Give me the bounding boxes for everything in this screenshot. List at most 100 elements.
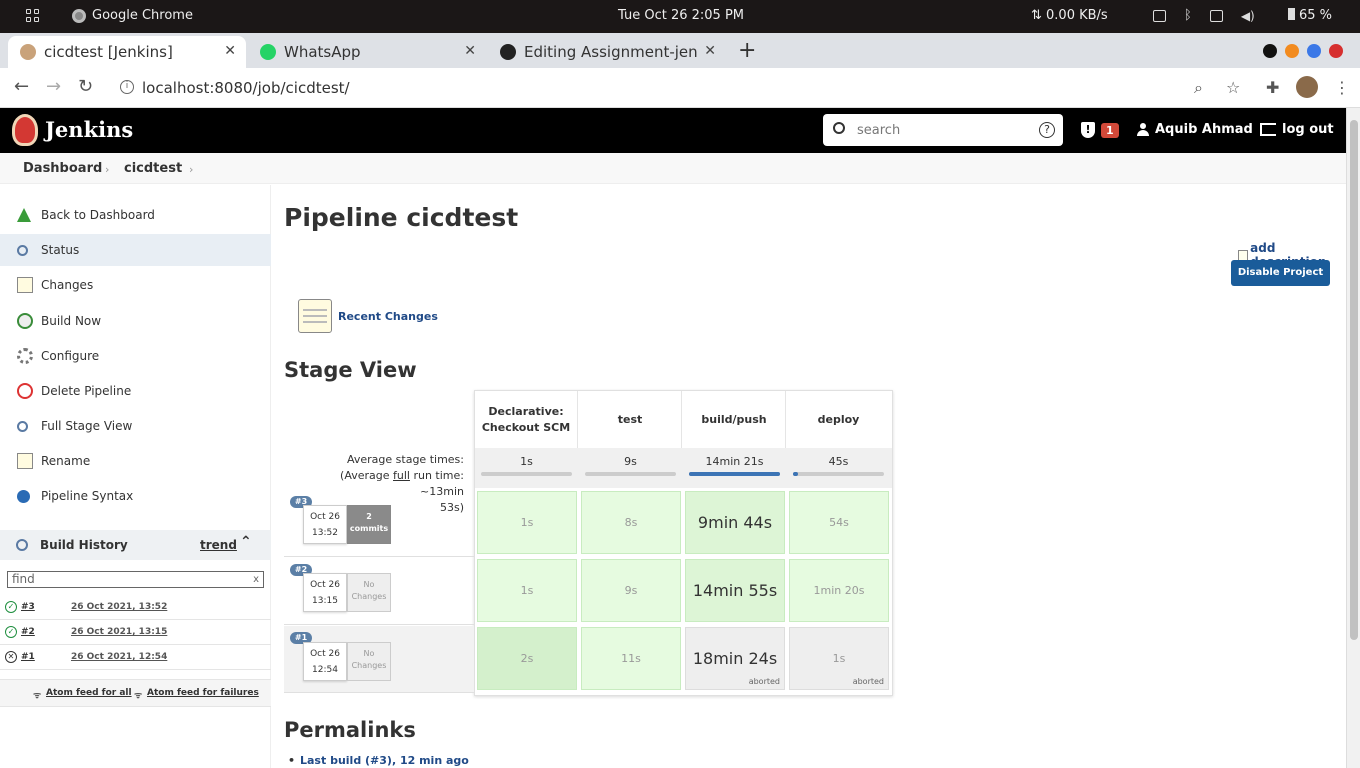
logout-link[interactable]: log out [1260, 122, 1334, 137]
find-clear-icon[interactable]: x [253, 572, 259, 587]
back-arrow-icon[interactable]: ← [14, 76, 29, 97]
build-row[interactable]: ✓ #3 26 Oct 2021, 13:52 [0, 595, 271, 620]
average-bar-fill [793, 472, 798, 476]
find-input[interactable]: find x [7, 571, 264, 588]
stage-cell[interactable]: 2s [477, 627, 577, 690]
disable-project-button[interactable]: Disable Project [1231, 260, 1330, 286]
search-input[interactable]: search [823, 114, 1063, 146]
battery-status[interactable]: 65 % [1288, 8, 1332, 23]
sidebar-item-delete-pipeline[interactable]: Delete Pipeline [0, 375, 271, 407]
app-grid-icon[interactable] [26, 9, 40, 23]
clock[interactable]: Tue Oct 26 2:05 PM [618, 8, 744, 23]
permalink-last-build[interactable]: Last build (#3), 12 min ago [288, 754, 469, 767]
run-changes-box[interactable]: No Changes [347, 642, 391, 681]
extension-orange-icon[interactable] [1285, 44, 1299, 58]
breadcrumb-separator[interactable]: › [189, 163, 193, 176]
breadcrumb-cicdtest[interactable]: cicdtest [124, 161, 182, 176]
stage-cell[interactable]: 54s [789, 491, 889, 554]
sidebar-item-configure[interactable]: Configure [0, 340, 271, 372]
stage-cell[interactable]: 1s [477, 491, 577, 554]
security-alert[interactable]: ! 1 [1081, 122, 1119, 138]
stage-cell[interactable]: 1s [477, 559, 577, 622]
battery-icon [1288, 8, 1295, 20]
build-number-link[interactable]: #1 [21, 652, 35, 662]
collapse-icon[interactable]: ⌃ [240, 534, 252, 550]
close-icon[interactable]: ✕ [704, 43, 716, 59]
close-icon[interactable]: ✕ [224, 43, 236, 59]
forward-arrow-icon[interactable]: → [46, 76, 61, 97]
stage-cell[interactable]: 11s [581, 627, 681, 690]
bluetooth-icon[interactable]: ᛒ [1184, 8, 1192, 23]
jenkins-favicon [20, 44, 36, 60]
stage-cell[interactable]: 1s aborted [789, 627, 889, 690]
full-run-link[interactable]: full [393, 469, 410, 482]
jenkins-logo-icon[interactable] [12, 114, 38, 146]
build-row[interactable]: ✓ #2 26 Oct 2021, 13:15 [0, 620, 271, 645]
run-changes-box[interactable]: No Changes [347, 573, 391, 612]
new-tab-button[interactable]: + [738, 38, 756, 63]
sidebar-item-back-to-dashboard[interactable]: Back to Dashboard [0, 199, 271, 231]
tab-github[interactable]: Editing Assignment-jen ✕ [488, 36, 726, 68]
breadcrumb-separator: › [105, 163, 110, 176]
volume-icon[interactable]: ◀) [1241, 9, 1255, 23]
tab-label: WhatsApp [284, 43, 361, 61]
recent-changes-link[interactable]: Recent Changes [298, 299, 438, 333]
sidebar-item-status[interactable]: Status [0, 234, 271, 266]
window-icon[interactable] [1209, 9, 1223, 22]
reload-icon[interactable]: ↻ [78, 76, 93, 97]
stage-cell[interactable]: 14min 55s [685, 559, 785, 622]
build-number-link[interactable]: #3 [21, 602, 35, 612]
extension-blue-icon[interactable] [1307, 44, 1321, 58]
build-number-link[interactable]: #2 [21, 627, 35, 637]
profile-avatar[interactable] [1296, 76, 1318, 98]
run-date-box[interactable]: Oct 26 12:54 [303, 642, 347, 681]
close-icon[interactable]: ✕ [464, 43, 476, 59]
stage-header[interactable]: Declarative: Checkout SCM [475, 391, 578, 448]
breadcrumb-dashboard[interactable]: Dashboard [23, 161, 102, 176]
url-input[interactable]: localhost:8080/job/cicdtest/ [110, 72, 1250, 103]
bookmark-star-icon[interactable]: ☆ [1226, 78, 1240, 97]
stage-cell[interactable]: 1min 20s [789, 559, 889, 622]
trend-link[interactable]: trend [200, 538, 237, 552]
run-date-box[interactable]: Oct 26 13:52 [303, 505, 347, 544]
build-date-link[interactable]: 26 Oct 2021, 13:15 [71, 627, 167, 637]
extensions-puzzle-icon[interactable]: ✚ [1266, 78, 1279, 97]
stage-cell[interactable]: 18min 24s aborted [685, 627, 785, 690]
stage-cell[interactable]: 9min 44s [685, 491, 785, 554]
tab-search-icon[interactable] [1263, 44, 1277, 58]
stage-header[interactable]: build/push [683, 391, 786, 448]
scrollbar-thumb[interactable] [1350, 120, 1358, 640]
run-time: 13:15 [312, 596, 338, 606]
sidebar-item-changes[interactable]: Changes [0, 269, 271, 301]
stage-cell-time: 1s [520, 516, 534, 529]
tab-jenkins[interactable]: cicdtest [Jenkins] ✕ [8, 36, 246, 68]
build-row[interactable]: ✕ #1 26 Oct 2021, 12:54 [0, 645, 271, 670]
address-bar: ← → ↻ i localhost:8080/job/cicdtest/ ⌕ ☆… [0, 68, 1360, 108]
screen-icon[interactable] [1153, 9, 1166, 22]
atom-feed-failures-link[interactable]: Atom feed for failures [147, 688, 259, 698]
search-help-icon[interactable]: ? [1039, 122, 1055, 138]
run-changes-box[interactable]: 2 commits [347, 505, 391, 544]
stage-header[interactable]: deploy [787, 391, 890, 448]
zoom-icon[interactable]: ⌕ [1194, 78, 1203, 98]
sidebar-item-rename[interactable]: Rename [0, 445, 271, 477]
build-date-link[interactable]: 26 Oct 2021, 13:52 [71, 602, 167, 612]
atom-feed-all-link[interactable]: Atom feed for all [46, 688, 132, 698]
edit-icon [1238, 249, 1249, 261]
sidebar-item-pipeline-syntax[interactable]: Pipeline Syntax [0, 480, 271, 512]
stage-view-title: Stage View [284, 358, 417, 382]
tab-whatsapp[interactable]: WhatsApp ✕ [248, 36, 486, 68]
page-scrollbar[interactable] [1346, 108, 1360, 768]
run-date-box[interactable]: Oct 26 13:15 [303, 573, 347, 612]
extension-red-icon[interactable] [1329, 44, 1343, 58]
browser-menu-icon[interactable]: ⋮ [1334, 78, 1350, 97]
build-date-link[interactable]: 26 Oct 2021, 12:54 [71, 652, 167, 662]
sidebar-item-build-now[interactable]: Build Now [0, 305, 271, 337]
user-link[interactable]: Aquib Ahmad [1137, 122, 1253, 137]
sidebar-item-full-stage-view[interactable]: Full Stage View [0, 410, 271, 442]
stage-header[interactable]: test [579, 391, 682, 448]
stage-cell[interactable]: 9s [581, 559, 681, 622]
active-app[interactable]: Google Chrome [72, 8, 193, 23]
jenkins-title[interactable]: Jenkins [45, 117, 133, 142]
stage-cell[interactable]: 8s [581, 491, 681, 554]
